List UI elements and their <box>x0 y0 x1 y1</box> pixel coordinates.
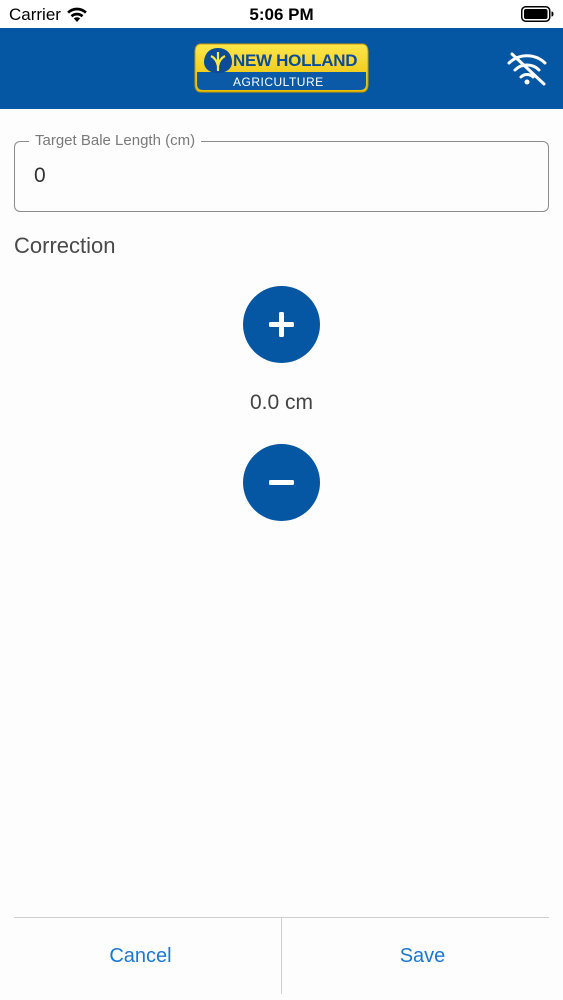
plus-icon <box>269 312 294 337</box>
decrease-correction-button[interactable] <box>243 444 320 521</box>
correction-value: 0.0 cm <box>249 391 314 414</box>
status-time: 5:06 PM <box>249 5 314 24</box>
wifi-off-icon[interactable] <box>505 50 549 91</box>
app-header: NEW HOLLAND AGRICULTURE <box>0 28 563 109</box>
target-bale-length-field[interactable]: Target Bale Length (cm) 0 <box>14 132 549 212</box>
logo-tagline: AGRICULTURE <box>233 75 324 89</box>
target-bale-length-label: Target Bale Length (cm) <box>29 132 202 149</box>
status-bar: Carrier 5:06 PM <box>0 0 563 28</box>
cancel-button[interactable]: Cancel <box>0 918 281 994</box>
minus-icon <box>269 480 294 485</box>
logo-wordmark: NEW HOLLAND <box>233 51 358 70</box>
battery-icon <box>521 6 554 27</box>
new-holland-logo: NEW HOLLAND AGRICULTURE <box>193 42 370 94</box>
increase-correction-button[interactable] <box>243 286 320 363</box>
leaf-emblem-icon <box>204 48 232 73</box>
target-bale-length-input[interactable]: 0 <box>34 164 46 188</box>
correction-title: Correction <box>14 233 116 258</box>
save-button[interactable]: Save <box>282 918 563 994</box>
